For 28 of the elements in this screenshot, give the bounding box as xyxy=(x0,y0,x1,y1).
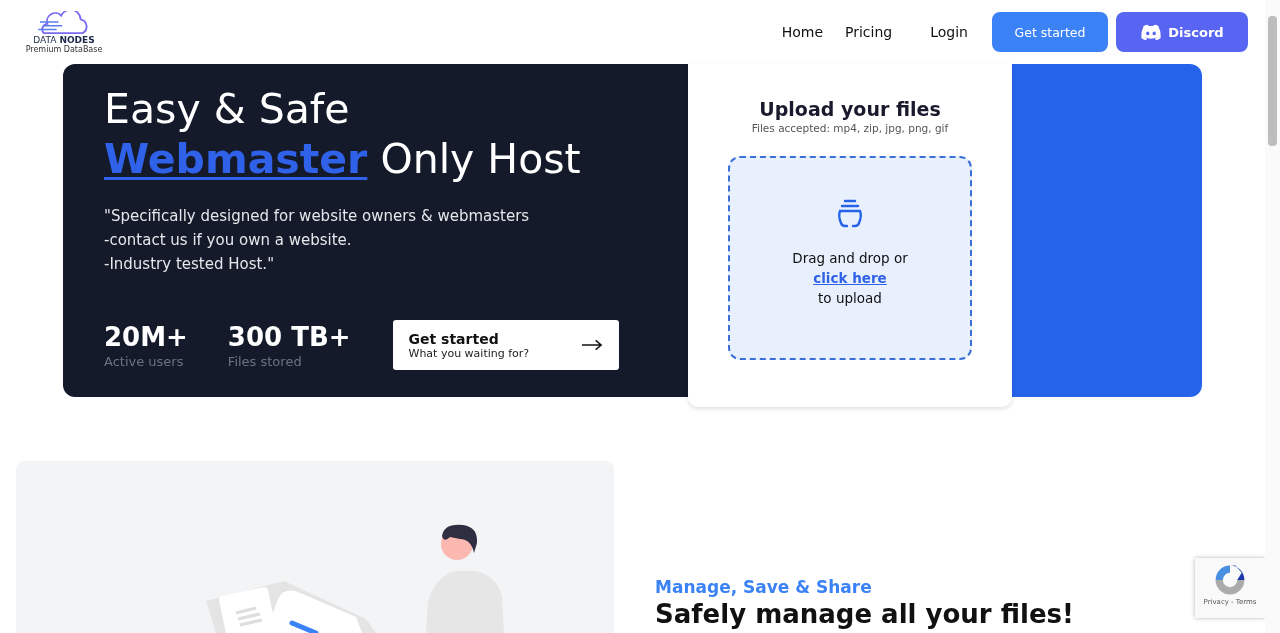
stat-label: Files stored xyxy=(227,353,303,369)
drop-instructions: Drag and drop or xyxy=(792,249,908,268)
hero-quote-line: "Specifically designed for website owners & webmasters xyxy=(104,206,531,227)
logo-wordmark: DATA NODES xyxy=(33,34,95,45)
upload-subtitle: Files accepted: mp4, zip, jpg, png, gif xyxy=(751,122,949,134)
get-started-cta-button[interactable]: Get started What you waiting for? xyxy=(392,320,619,370)
get-started-button[interactable]: Get started xyxy=(992,12,1108,52)
click-here-link[interactable]: click here xyxy=(813,268,887,288)
nav-link[interactable]: Pricing xyxy=(845,24,893,40)
drop-instructions: to upload xyxy=(818,289,882,308)
feature-eyebrow: Manage, Save & Share xyxy=(655,577,873,597)
hero-title: Easy & Safe xyxy=(104,84,351,134)
scrollbar[interactable] xyxy=(1265,0,1280,633)
hero-quote-line: -contact us if you own a website. xyxy=(104,230,353,251)
stat-value: 20M+ xyxy=(104,321,188,352)
logo-tagline: Premium DataBase xyxy=(25,44,103,54)
upload-title: Upload your files xyxy=(759,98,941,120)
discord-button[interactable]: Discord xyxy=(1116,12,1248,52)
stat-label: Active users xyxy=(104,353,185,369)
hero-quote-line: -Industry tested Host." xyxy=(104,254,276,275)
drop-zone[interactable]: Drag and drop or click here to upload xyxy=(728,156,972,360)
discord-icon xyxy=(1140,23,1163,41)
nav-link[interactable]: Home xyxy=(781,24,823,40)
arrow-right-icon xyxy=(580,339,603,351)
stat-value: 300 TB+ xyxy=(227,321,351,352)
feature-heading: Safely manage all your files! xyxy=(655,599,1074,629)
nav-link[interactable]: Login xyxy=(930,24,968,40)
hero-title: Only Host xyxy=(380,135,581,183)
